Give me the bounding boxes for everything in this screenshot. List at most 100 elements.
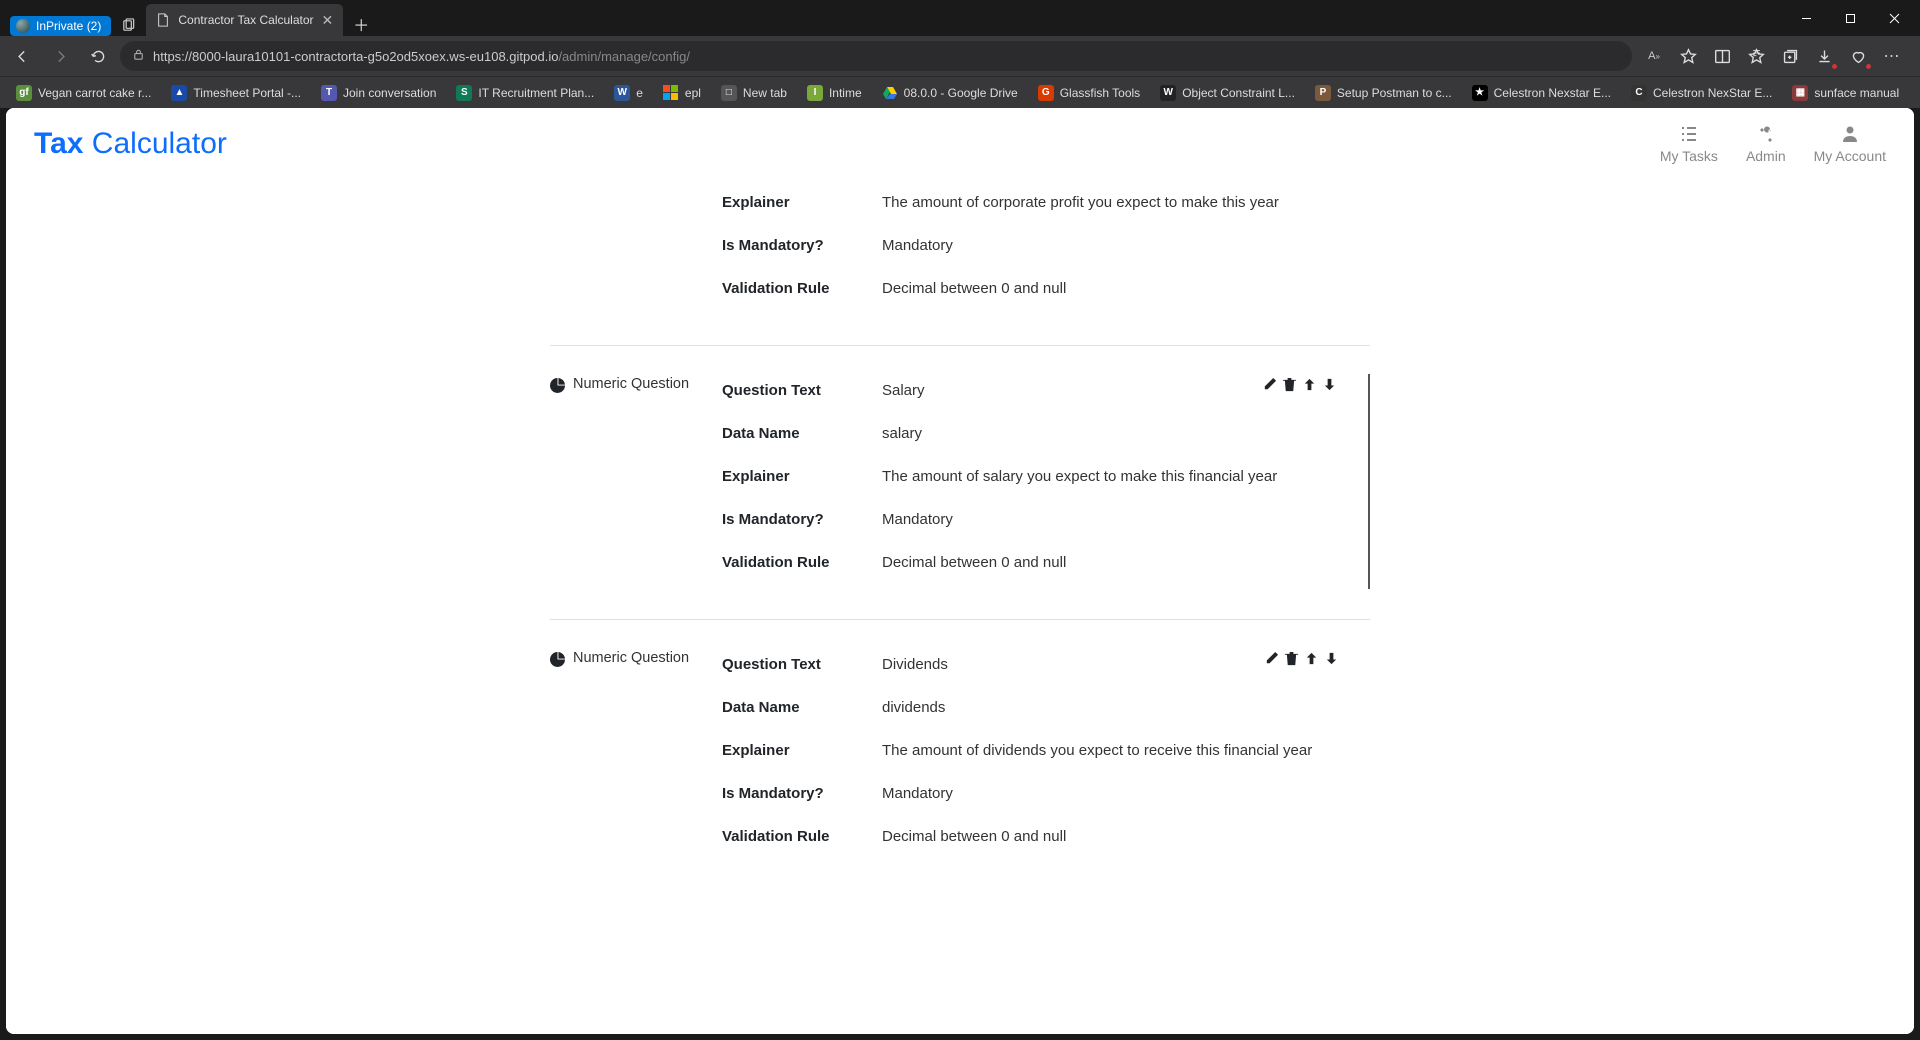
close-window-button[interactable] <box>1872 3 1916 33</box>
bookmark-item[interactable]: epl <box>655 81 709 105</box>
field-value: Decimal between 0 and null <box>882 828 1354 845</box>
favicon-icon: W <box>614 85 630 101</box>
close-tab-icon[interactable]: ✕ <box>322 12 334 29</box>
maximize-button[interactable] <box>1828 3 1872 33</box>
bookmark-item[interactable]: I Intime <box>799 81 870 105</box>
tab-strip: InPrivate (2) Contractor Tax Calculator … <box>4 0 1784 36</box>
field-label: Question Text <box>722 656 882 673</box>
favicon-icon: ★ <box>1472 85 1488 101</box>
nav-admin[interactable]: Admin <box>1746 124 1786 164</box>
move-up-icon[interactable] <box>1301 376 1318 393</box>
minimize-button[interactable] <box>1784 3 1828 33</box>
pie-chart-icon <box>550 650 565 667</box>
favicon-icon: I <box>807 85 823 101</box>
tasks-icon <box>1679 124 1699 144</box>
delete-icon[interactable] <box>1283 650 1300 667</box>
question-field-row: Data Namedividends <box>722 691 1354 734</box>
extensions-icon[interactable] <box>1842 40 1874 72</box>
brand-light: Calculator <box>83 127 226 160</box>
new-tab-button[interactable]: ＋ <box>343 12 379 36</box>
page-scroll[interactable]: Tax Calculator My Tasks Admin My Account <box>6 108 1914 1034</box>
back-button[interactable] <box>6 40 38 72</box>
bookmark-label: Join conversation <box>343 86 436 100</box>
question-type-label: Numeric Question <box>550 648 710 863</box>
field-label: Data Name <box>722 699 882 716</box>
favicon-icon: T <box>321 85 337 101</box>
split-screen-icon[interactable] <box>1706 40 1738 72</box>
favicon-icon <box>882 85 898 101</box>
inprivate-badge[interactable]: InPrivate (2) <box>10 16 111 36</box>
browser-navbar: https://8000-laura10101-contractorta-g5o… <box>0 36 1920 76</box>
page-icon <box>156 13 170 27</box>
app-brand[interactable]: Tax Calculator <box>34 127 227 161</box>
inprivate-label: InPrivate (2) <box>36 19 101 33</box>
questions-list: ExplainerThe amount of corporate profit … <box>550 170 1370 953</box>
browser-tab[interactable]: Contractor Tax Calculator ✕ <box>146 4 343 36</box>
delete-icon[interactable] <box>1281 376 1298 393</box>
collections-icon[interactable] <box>1774 40 1806 72</box>
bookmark-item[interactable]: CCelestron NexStar E... <box>1623 81 1780 105</box>
move-up-icon[interactable] <box>1303 650 1320 667</box>
read-aloud-icon[interactable]: A» <box>1638 40 1670 72</box>
page-content: Tax Calculator My Tasks Admin My Account <box>6 108 1914 1034</box>
move-down-icon[interactable] <box>1323 650 1340 667</box>
bookmarks-overflow-icon[interactable] <box>1911 83 1920 102</box>
move-down-icon[interactable] <box>1321 376 1338 393</box>
bookmark-item[interactable]: ▦sunface manual <box>1784 81 1907 105</box>
bookmark-item[interactable]: WObject Constraint L... <box>1152 81 1303 105</box>
favicon-icon: C <box>1631 85 1647 101</box>
favicon-icon: G <box>1038 85 1054 101</box>
favorites-list-icon[interactable] <box>1740 40 1772 72</box>
question-field-row: ExplainerThe amount of corporate profit … <box>722 186 1354 229</box>
bookmark-item[interactable]: gfVegan carrot cake r... <box>8 81 159 105</box>
address-bar[interactable]: https://8000-laura10101-contractorta-g5o… <box>120 41 1632 71</box>
header-nav: My Tasks Admin My Account <box>1660 124 1886 164</box>
bookmark-label: Vegan carrot cake r... <box>38 86 151 100</box>
bookmark-item[interactable]: SIT Recruitment Plan... <box>448 81 602 105</box>
bookmark-label: epl <box>685 86 701 100</box>
tab-actions-icon[interactable] <box>121 18 136 36</box>
field-value: Mandatory <box>882 237 1354 254</box>
bookmark-item[interactable]: We <box>606 81 651 105</box>
downloads-icon[interactable] <box>1808 40 1840 72</box>
field-value: dividends <box>882 699 1354 716</box>
field-label: Question Text <box>722 382 882 399</box>
bookmark-label: 08.0.0 - Google Drive <box>904 86 1018 100</box>
nav-my-tasks[interactable]: My Tasks <box>1660 124 1718 164</box>
window-titlebar: InPrivate (2) Contractor Tax Calculator … <box>0 0 1920 36</box>
menu-icon[interactable]: ⋯ <box>1876 40 1908 72</box>
nav-my-account[interactable]: My Account <box>1814 124 1886 164</box>
app-header: Tax Calculator My Tasks Admin My Account <box>6 108 1914 170</box>
field-value: salary <box>882 425 1352 442</box>
bookmark-item[interactable]: 08.0.0 - Google Drive <box>874 81 1026 105</box>
edit-icon[interactable] <box>1263 650 1280 667</box>
favorite-icon[interactable] <box>1672 40 1704 72</box>
bookmark-item[interactable]: GGlassfish Tools <box>1030 81 1148 105</box>
question-type-label <box>550 186 710 315</box>
favicon-icon: P <box>1315 85 1331 101</box>
question-field-row: Is Mandatory?Mandatory <box>722 777 1354 820</box>
field-value: Mandatory <box>882 511 1352 528</box>
question-card: Numeric QuestionQuestion TextSalaryData … <box>550 345 1370 619</box>
refresh-button[interactable] <box>82 40 114 72</box>
field-value: The amount of corporate profit you expec… <box>882 194 1354 211</box>
bookmark-label: New tab <box>743 86 787 100</box>
field-value: The amount of salary you expect to make … <box>882 468 1352 485</box>
favicon-icon: ▲ <box>171 85 187 101</box>
edit-icon[interactable] <box>1261 376 1278 393</box>
question-field-row: ExplainerThe amount of salary you expect… <box>722 460 1352 503</box>
bookmark-item[interactable]: □New tab <box>713 81 795 105</box>
forward-button[interactable] <box>44 40 76 72</box>
bookmark-item[interactable]: ★Celestron Nexstar E... <box>1464 81 1619 105</box>
bookmark-item[interactable]: PSetup Postman to c... <box>1307 81 1460 105</box>
bookmark-item[interactable]: T Join conversation <box>313 81 444 105</box>
bookmark-label: Intime <box>829 86 862 100</box>
tab-title: Contractor Tax Calculator <box>178 13 313 27</box>
question-actions <box>1263 650 1340 667</box>
question-field-row: Data Namesalary <box>722 417 1352 460</box>
question-body: ExplainerThe amount of corporate profit … <box>722 186 1370 315</box>
field-label: Explainer <box>722 194 882 211</box>
tools-icon <box>1756 124 1776 144</box>
bookmark-item[interactable]: ▲Timesheet Portal -... <box>163 81 309 105</box>
favicon-icon: ▦ <box>1792 85 1808 101</box>
